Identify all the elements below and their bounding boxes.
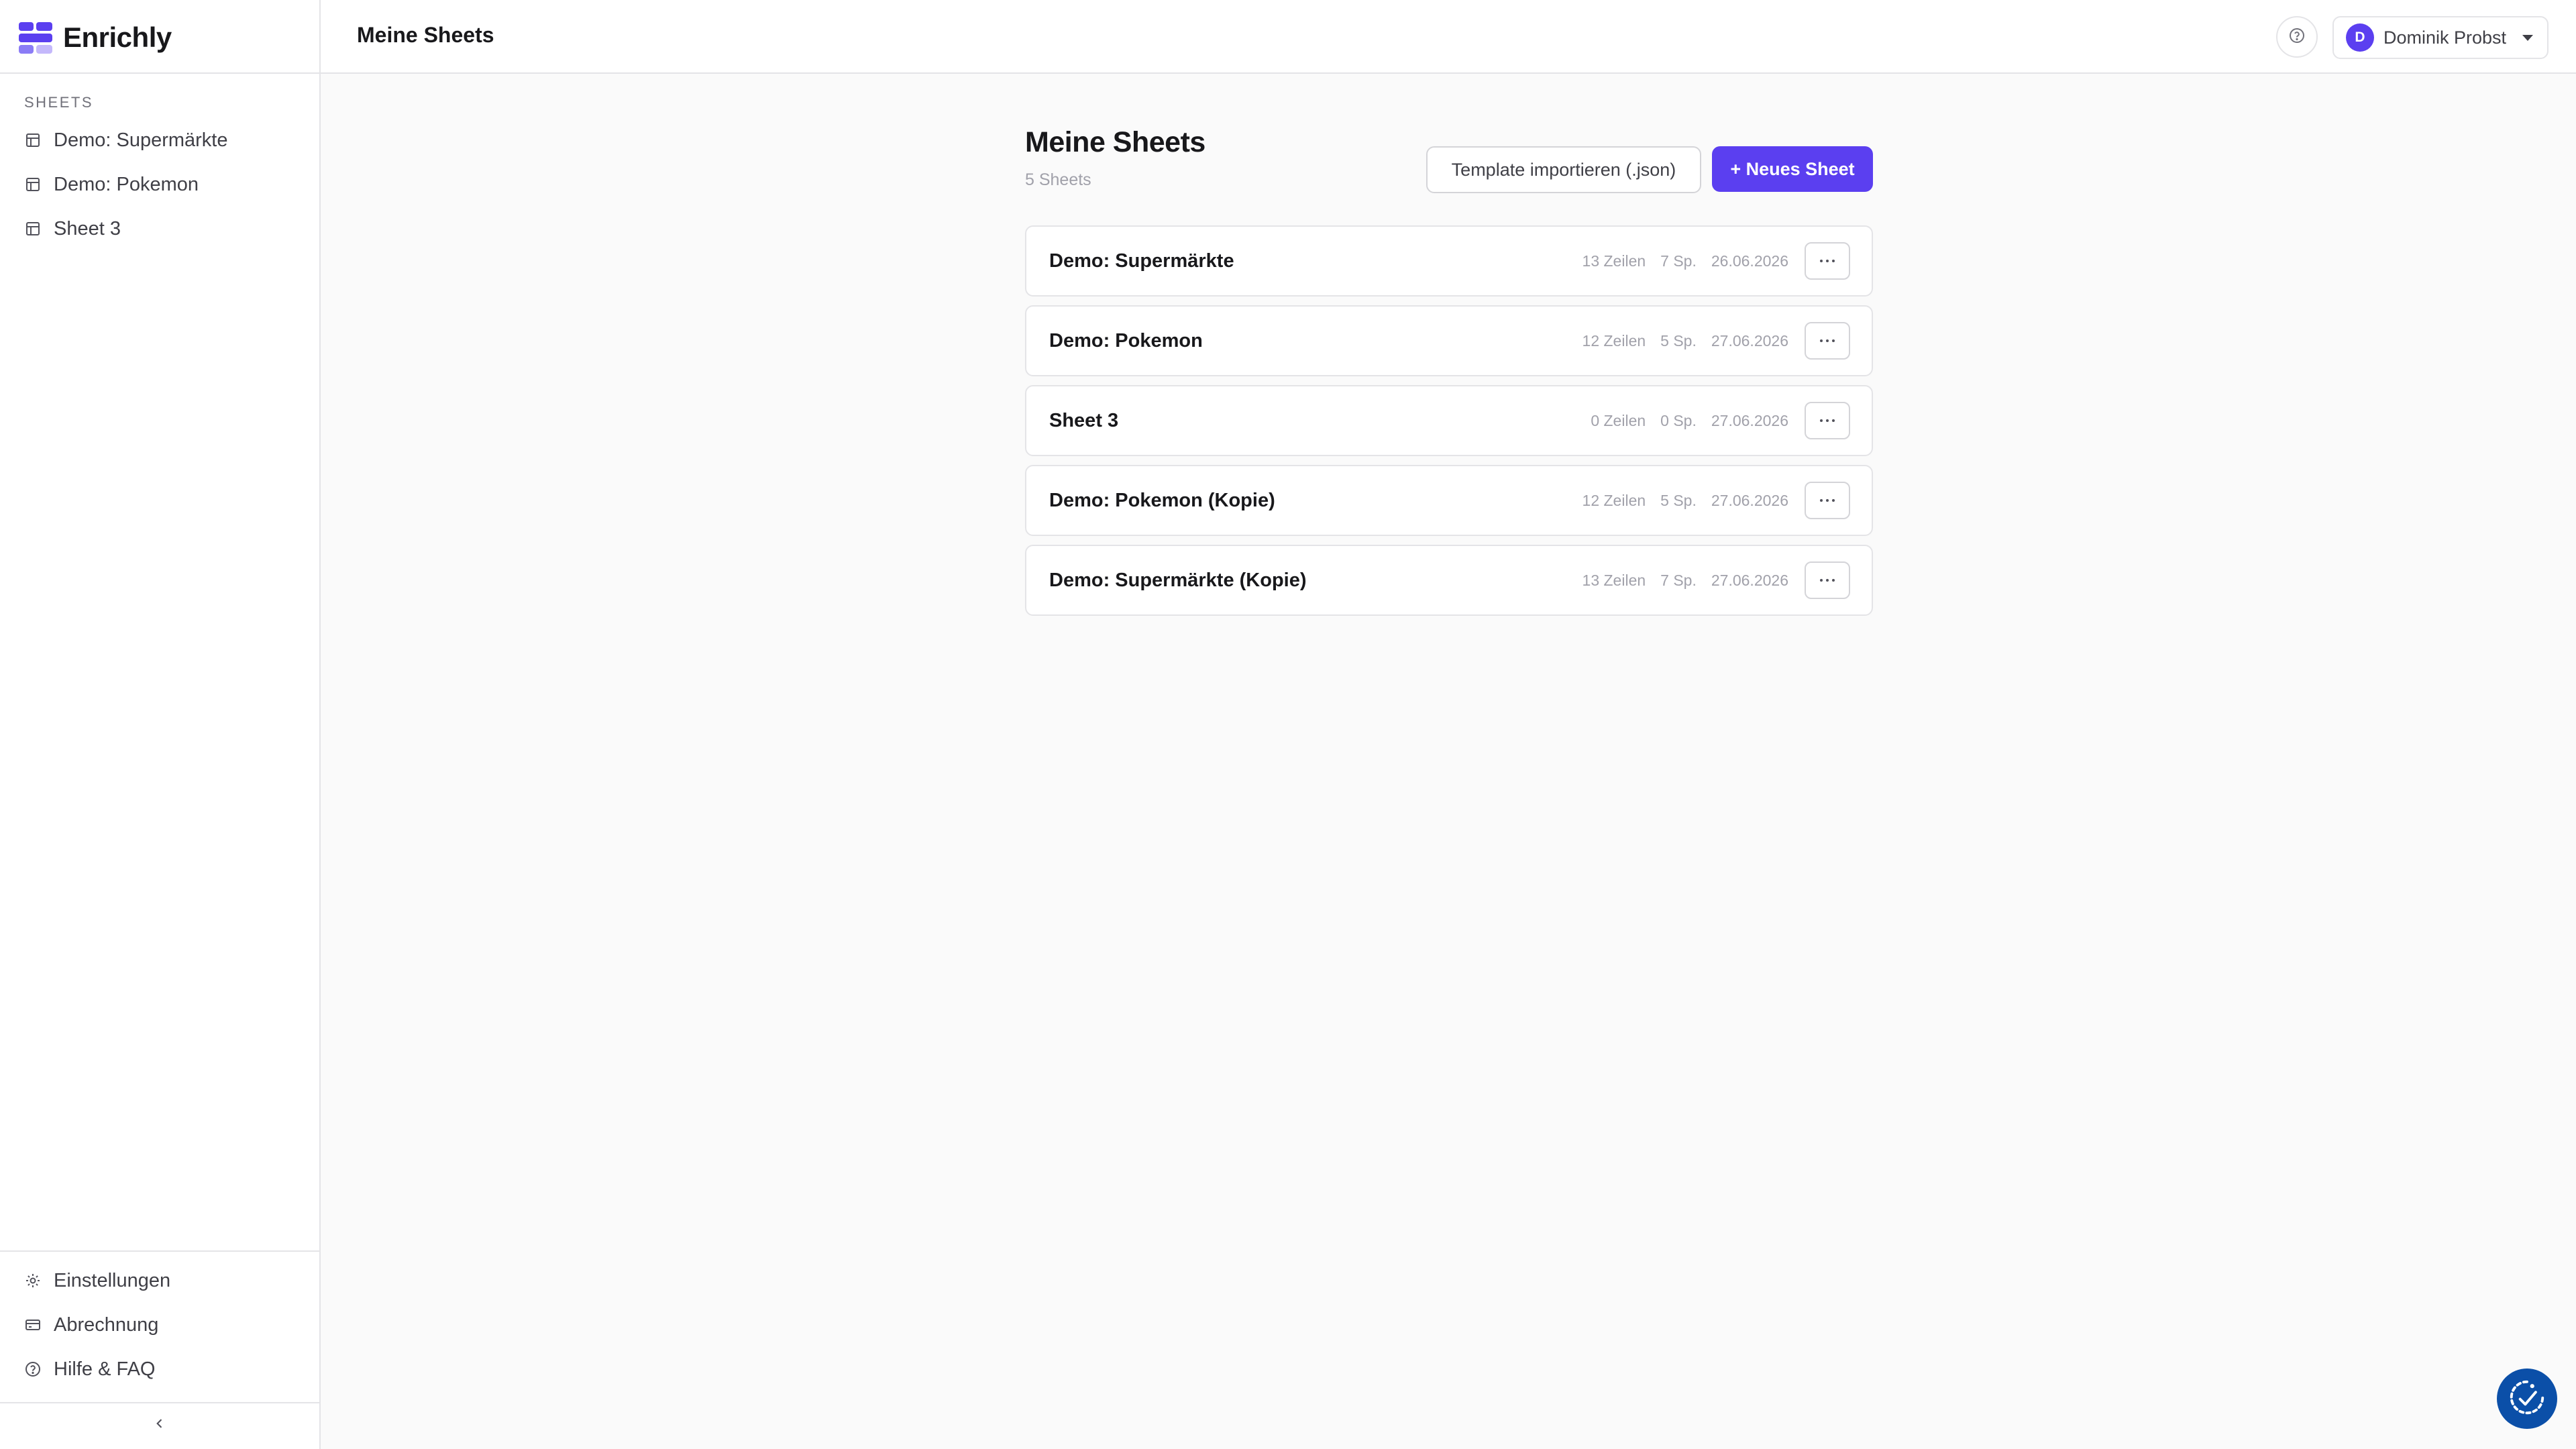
sheet-date: 27.06.2026 [1711,411,1788,429]
more-options-button[interactable] [1805,322,1850,360]
sidebar-item-demo-pokemon[interactable]: Demo: Pokemon [13,162,306,207]
more-options-button[interactable] [1805,482,1850,519]
sidebar-item-einstellungen[interactable]: Einstellungen [13,1258,306,1303]
sidebar-item-demo-supermaerkte[interactable]: Demo: Supermärkte [13,118,306,162]
sidebar-section-label: SHEETS [24,94,94,111]
sheet-name: Demo: Pokemon (Kopie) [1049,489,1275,511]
sidebar-item-label: Sheet 3 [54,217,121,239]
table-row[interactable]: Demo: Pokemon 12 Zeilen 5 Sp. 27.06.2026 [1025,305,1873,376]
table-icon [24,220,42,237]
more-dots-icon [1820,260,1823,262]
accessibility-widget-button[interactable] [2497,1368,2557,1429]
credit-card-icon [24,1316,42,1334]
sheet-date: 26.06.2026 [1711,252,1788,270]
sidebar-divider [0,1402,319,1403]
header-title: Meine Sheets [357,23,494,47]
more-dots-icon [1820,499,1823,502]
sheet-rows: 12 Zeilen [1582,331,1646,350]
more-dots-icon [1820,419,1823,422]
sheet-count: 5 Sheets [1025,170,1091,189]
table-row[interactable]: Demo: Supermärkte (Kopie) 13 Zeilen 7 Sp… [1025,545,1873,616]
table-row[interactable]: Sheet 3 0 Zeilen 0 Sp. 27.06.2026 [1025,385,1873,456]
sidebar-item-label: Einstellungen [54,1269,171,1291]
import-template-button[interactable]: Template importieren (.json) [1426,146,1701,193]
sheet-list: Demo: Supermärkte 13 Zeilen 7 Sp. 26.06.… [1025,225,1873,625]
caret-down-icon [2522,34,2534,41]
sidebar-collapse-button[interactable] [146,1411,173,1438]
new-sheet-button[interactable]: + Neues Sheet [1712,146,1873,192]
top-header: Meine Sheets D Dominik Probst [321,0,2576,74]
page-title: Meine Sheets [1025,126,1205,158]
gear-icon [24,1272,42,1289]
sidebar-bottom-nav: Einstellungen Abrechnung Hilfe & FAQ [13,1258,306,1391]
sheet-date: 27.06.2026 [1711,331,1788,350]
sidebar-item-label: Demo: Pokemon [54,173,199,195]
sheet-date: 27.06.2026 [1711,571,1788,589]
sidebar-item-hilfe-faq[interactable]: Hilfe & FAQ [13,1347,306,1391]
sidebar: Enrichly SHEETS Demo: Supermärkte Demo: … [0,0,321,1449]
chevron-left-icon [153,1417,166,1434]
sidebar-item-abrechnung[interactable]: Abrechnung [13,1303,306,1347]
sheet-cols: 7 Sp. [1660,252,1697,270]
accessibility-check-icon [2506,1377,2548,1421]
app-logo[interactable]: Enrichly [19,19,172,56]
help-circle-icon [24,1360,42,1378]
more-options-button[interactable] [1805,242,1850,280]
more-dots-icon [1820,339,1823,342]
sheet-rows: 0 Zeilen [1591,411,1646,429]
table-icon [24,131,42,149]
sheet-name: Sheet 3 [1049,409,1119,431]
sidebar-item-sheet-3[interactable]: Sheet 3 [13,207,306,251]
sheet-name: Demo: Supermärkte (Kopie) [1049,569,1307,591]
table-row[interactable]: Demo: Supermärkte 13 Zeilen 7 Sp. 26.06.… [1025,225,1873,297]
sheet-name: Demo: Pokemon [1049,329,1203,352]
logo-icon [19,21,52,54]
sidebar-sheet-list: Demo: Supermärkte Demo: Pokemon Sheet 3 [13,118,306,251]
user-menu-button[interactable]: D Dominik Probst [2332,16,2548,59]
sidebar-divider [0,72,319,74]
help-button[interactable] [2276,16,2318,58]
user-name: Dominik Probst [2383,27,2507,48]
sheet-cols: 0 Sp. [1660,411,1697,429]
more-options-button[interactable] [1805,561,1850,599]
more-options-button[interactable] [1805,402,1850,439]
sidebar-item-label: Hilfe & FAQ [54,1358,156,1380]
sheet-cols: 5 Sp. [1660,331,1697,350]
table-row[interactable]: Demo: Pokemon (Kopie) 12 Zeilen 5 Sp. 27… [1025,465,1873,536]
sidebar-item-label: Demo: Supermärkte [54,129,228,151]
sheet-rows: 13 Zeilen [1582,252,1646,270]
sheet-rows: 13 Zeilen [1582,571,1646,589]
sheet-rows: 12 Zeilen [1582,491,1646,509]
more-dots-icon [1820,579,1823,582]
sheet-cols: 5 Sp. [1660,491,1697,509]
table-icon [24,176,42,193]
sheet-name: Demo: Supermärkte [1049,250,1234,272]
sheet-date: 27.06.2026 [1711,491,1788,509]
app-name: Enrichly [63,21,172,53]
sheet-cols: 7 Sp. [1660,571,1697,589]
avatar: D [2346,23,2374,52]
sidebar-divider [0,1250,319,1252]
help-circle-icon [2289,28,2305,47]
sidebar-item-label: Abrechnung [54,1313,159,1336]
